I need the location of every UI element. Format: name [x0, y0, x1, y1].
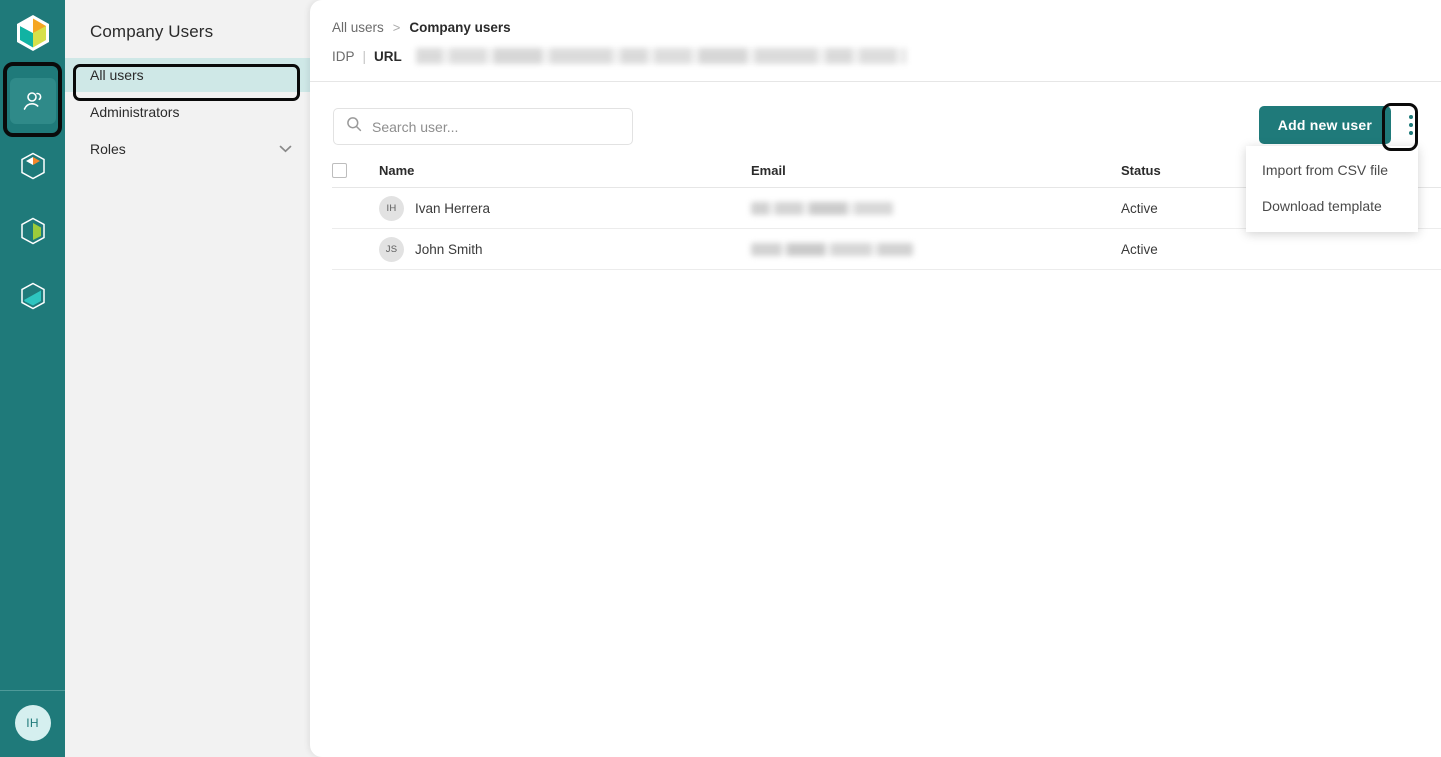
app-window: IH Company Users All users Administrator… — [0, 0, 1441, 757]
nav-item-roles[interactable]: Roles — [65, 132, 310, 166]
column-header-email[interactable]: Email — [751, 163, 1121, 178]
chevron-down-icon[interactable] — [279, 145, 292, 153]
column-header-name[interactable]: Name — [379, 163, 751, 178]
row-email-cell — [751, 242, 1121, 256]
search-placeholder: Search user... — [372, 118, 459, 135]
idp-pipe: | — [362, 48, 367, 64]
idp-url-label: URL — [374, 48, 402, 64]
menu-item-download-template[interactable]: Download template — [1246, 188, 1418, 224]
kebab-dropdown-menu: Import from CSV file Download template — [1246, 146, 1418, 232]
menu-item-import-csv[interactable]: Import from CSV file — [1246, 152, 1418, 188]
rail-item-analytics[interactable] — [10, 208, 56, 254]
nav-item-list: All users Administrators Roles — [65, 58, 310, 166]
rail-item-list — [0, 78, 65, 319]
kebab-dot — [1408, 131, 1413, 135]
rail-item-settings[interactable] — [10, 273, 56, 319]
nav-item-administrators-label: Administrators — [90, 104, 180, 120]
rail-divider — [0, 690, 65, 691]
search-input[interactable]: Search user... — [333, 108, 633, 145]
current-user-avatar[interactable]: IH — [14, 705, 51, 741]
select-all-cell — [332, 163, 379, 178]
row-email-redacted — [751, 242, 913, 256]
nav-title: Company Users — [90, 22, 214, 41]
cube-logo-icon[interactable] — [10, 10, 56, 56]
idp-url-redacted-value — [415, 48, 906, 64]
nav-item-all-users-label: All users — [90, 67, 144, 83]
row-name: Ivan Herrera — [415, 200, 491, 216]
content-panel: All users > Company users IDP | URL Sear… — [310, 0, 1441, 757]
rail-item-catalog[interactable] — [10, 143, 56, 189]
status-badge: Active — [1121, 241, 1158, 257]
row-name-cell: JS John Smith — [379, 236, 751, 262]
breadcrumb: All users > Company users — [332, 17, 1441, 37]
more-vertical-icon[interactable] — [1398, 106, 1423, 144]
breadcrumb-current: Company users — [409, 19, 511, 35]
content-header: All users > Company users IDP | URL — [310, 0, 1441, 82]
avatar: JS — [379, 236, 404, 262]
toolbar: Search user... Add new user — [310, 82, 1441, 154]
avatar-initials: IH — [386, 202, 397, 214]
nav-item-administrators[interactable]: Administrators — [65, 95, 310, 129]
row-email-cell — [751, 201, 1121, 215]
kebab-dot — [1408, 115, 1413, 119]
rail-item-users[interactable] — [9, 78, 56, 124]
row-name: John Smith — [415, 241, 483, 257]
avatar-initials: JS — [385, 243, 398, 255]
row-name-cell: IH Ivan Herrera — [379, 195, 751, 221]
breadcrumb-separator-icon: > — [392, 19, 401, 35]
current-user-initials: IH — [26, 716, 39, 730]
icon-rail: IH — [0, 0, 65, 757]
avatar: IH — [379, 195, 404, 221]
idp-label: IDP — [332, 48, 355, 64]
row-email-redacted — [751, 201, 893, 215]
kebab-dot — [1408, 123, 1413, 127]
table-row[interactable]: JS John Smith Active — [332, 229, 1441, 270]
nav-item-all-users[interactable]: All users — [65, 58, 310, 92]
search-icon — [346, 116, 362, 137]
idp-row: IDP | URL — [332, 48, 1441, 64]
nav-item-roles-label: Roles — [90, 141, 126, 157]
add-new-user-button[interactable]: Add new user — [1258, 106, 1391, 144]
breadcrumb-parent[interactable]: All users — [332, 20, 384, 35]
select-all-checkbox[interactable] — [332, 163, 347, 178]
secondary-nav: Company Users All users Administrators R… — [65, 0, 310, 757]
